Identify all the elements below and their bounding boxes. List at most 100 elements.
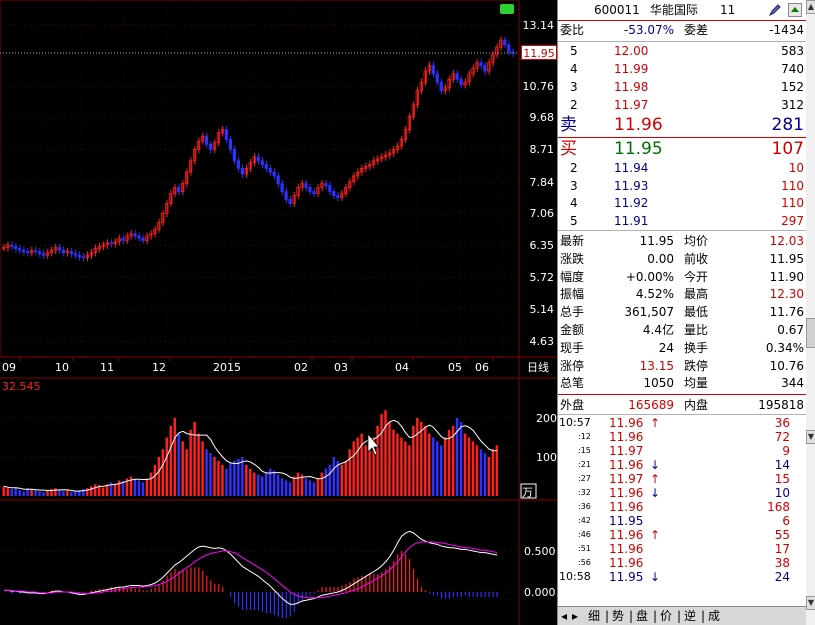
sell-row: 3 11.98 152: [558, 79, 806, 96]
tick-row[interactable]: :27 11.97 ↑ 15: [558, 472, 806, 486]
volume-tick-label: 100: [536, 451, 557, 464]
scroll-down-icon[interactable]: ▼: [806, 596, 815, 610]
volume-bar: [58, 490, 61, 496]
stat-value: 4.52%: [635, 287, 674, 302]
tab-item[interactable]: 盘: [636, 609, 648, 624]
tab-item[interactable]: 价: [660, 609, 672, 624]
vertical-scrollbar[interactable]: ▲ ▼ ▼: [806, 0, 815, 625]
volume-bar: [360, 433, 363, 496]
volume-bar: [340, 464, 343, 496]
volume-bar: [388, 421, 391, 496]
tick-row[interactable]: :21 11.96 ↓ 14: [558, 458, 806, 472]
volume-bar: [404, 441, 407, 496]
collapse-up-icon[interactable]: [788, 3, 802, 17]
scroll-thumb[interactable]: [806, 318, 815, 348]
volume-bar: [288, 482, 292, 496]
volume-bar: [22, 491, 25, 496]
sell-level: 5: [570, 44, 578, 58]
volume-bar: [217, 460, 220, 496]
tab-item[interactable]: 成: [708, 609, 720, 624]
tick-row[interactable]: 10:58 11.95 ↓ 24: [558, 570, 806, 584]
tick-row[interactable]: :56 11.96 38: [558, 556, 806, 570]
volume-bar: [428, 433, 431, 496]
price-tick-label: 7.84: [530, 176, 555, 189]
tick-row[interactable]: :32 11.96 ↓ 10: [558, 486, 806, 500]
volume-bar: [292, 476, 296, 496]
pen-icon[interactable]: [768, 3, 782, 17]
tick-row[interactable]: :42 11.95 6: [558, 514, 806, 528]
tick-price: 11.96: [609, 500, 644, 514]
date-tick-label: 05: [448, 361, 462, 374]
candle-body: [18, 248, 22, 251]
tick-price: 11.96: [609, 556, 644, 570]
tick-row[interactable]: :36 11.96 168: [558, 500, 806, 514]
tick-row[interactable]: :51 11.96 17: [558, 542, 806, 556]
volume-bar: [221, 464, 224, 496]
volume-unit: 万: [522, 486, 533, 499]
tick-time: :56: [578, 558, 591, 567]
tick-vol: 168: [767, 500, 790, 514]
tick-row[interactable]: :46 11.96 ↑ 55: [558, 528, 806, 542]
tick-row[interactable]: :15 11.97 9: [558, 444, 806, 458]
candle-body: [37, 251, 42, 255]
outer-inner-row: 外盘 165689 内盘 195818: [558, 397, 806, 414]
volume-bar: [93, 484, 97, 496]
tick-vol: 17: [774, 542, 790, 556]
stat-value: 24: [658, 340, 674, 355]
sell-level: 2: [570, 98, 578, 112]
volume-bar: [471, 441, 475, 496]
volume-indicator-value: 32.545: [2, 380, 41, 393]
tick-row[interactable]: :12 11.96 72: [558, 430, 806, 444]
candle-body: [280, 183, 284, 192]
stat-row: 总笔 1050 均量 344: [558, 375, 806, 392]
tab-item[interactable]: 逆: [684, 609, 696, 624]
stat-label: 前收: [684, 251, 709, 266]
kline-chart-area[interactable]: 13.14 10.76 9.68 8.71 7.84 7.06 6.35 5.72 5.14 4.…: [0, 0, 557, 625]
scroll-down-icon-1[interactable]: ▼: [806, 430, 815, 444]
stat-label: 最高: [684, 287, 709, 302]
stat-label: 跌停: [684, 358, 709, 373]
tab-item[interactable]: 势: [612, 609, 624, 624]
volume-bar: [121, 481, 125, 496]
volume-bar: [62, 491, 65, 496]
candle-body: [455, 73, 459, 80]
volume-bar: [89, 486, 93, 496]
sell-level: 3: [570, 80, 578, 94]
volume-bar: [272, 470, 276, 496]
volume-bar: [149, 472, 153, 496]
stat-value: +0.00%: [625, 269, 674, 284]
sell1-row: 卖 11.96 281: [558, 115, 806, 135]
quote-panel: 600011 华能国际 11 委比 -53.07% 委差 -1434 5 12.0…: [557, 0, 815, 625]
tick-price: 11.96: [609, 416, 644, 430]
buy-level: 3: [570, 178, 578, 193]
tick-price: 11.96: [609, 458, 644, 472]
stock-extra: 11: [720, 3, 736, 17]
candle-body: [137, 235, 141, 239]
candle-body: [14, 246, 18, 249]
volume-bar: [276, 474, 280, 496]
tick-time: :27: [578, 474, 591, 483]
candle-body: [57, 247, 62, 251]
tab-separator: |: [677, 609, 682, 623]
stat-label: 金额: [560, 323, 585, 337]
tab-item[interactable]: 细: [588, 609, 600, 624]
tab-prev-icon[interactable]: ◂: [561, 609, 567, 624]
sell-level: 4: [570, 62, 578, 76]
volume-bar: [6, 488, 9, 496]
stat-label: 均价: [684, 234, 709, 248]
volume-bar: [408, 445, 411, 496]
sell-row: 5 12.00 583: [558, 43, 806, 60]
kline-chart-svg[interactable]: 13.14 10.76 9.68 8.71 7.84 7.06 6.35 5.72 5.14 4.…: [0, 0, 557, 625]
candle-body: [10, 244, 14, 247]
stat-label: 最新: [560, 234, 585, 248]
volume-bar: [181, 441, 184, 496]
tab-next-icon[interactable]: ▸: [572, 609, 578, 624]
panel-tabs: ◂ ▸ 细势 | 盘 | 价 | 逆 | 成 |: [558, 606, 806, 625]
tick-row[interactable]: 10:57 11.96 ↑ 36: [558, 416, 806, 430]
tick-vol: 72: [774, 430, 790, 444]
volume-bar: [113, 483, 117, 496]
macd-dea-line: [3, 541, 498, 599]
scroll-up-icon[interactable]: ▲: [806, 0, 815, 14]
candle-body: [61, 249, 66, 254]
volume-bar: [491, 449, 495, 496]
